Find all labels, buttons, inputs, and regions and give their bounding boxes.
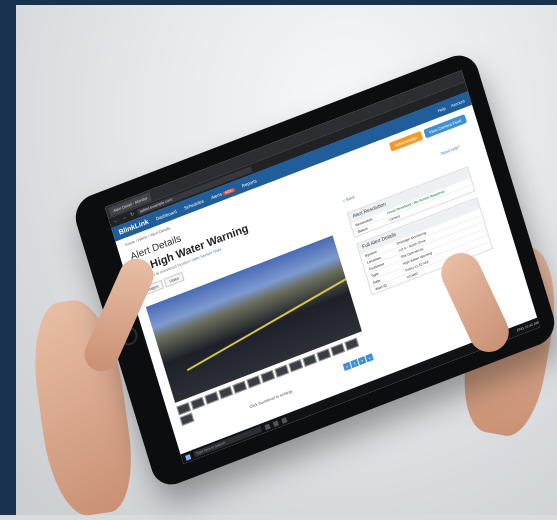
taskbar-app-icon[interactable] (272, 419, 279, 427)
taskbar-search-input[interactable]: Type here to search (193, 425, 263, 458)
thumbnail[interactable] (274, 364, 290, 378)
system-tray: ENG 11:42 AM (516, 320, 540, 333)
left-navy-strip (0, 0, 16, 515)
top-navy-strip (0, 0, 557, 5)
row-value: #10482 (406, 271, 419, 280)
thumbnail[interactable] (344, 337, 360, 351)
pager-last-button[interactable]: » (365, 353, 374, 363)
thumbnail[interactable] (246, 375, 262, 389)
thumbnail[interactable] (190, 396, 206, 411)
reload-icon[interactable]: ↻ (130, 211, 136, 218)
thumbnail[interactable] (316, 348, 332, 362)
back-link[interactable]: < Back (342, 194, 355, 203)
taskbar-app-icon[interactable] (281, 416, 288, 424)
windows-start-icon[interactable] (184, 453, 192, 461)
thumbnail[interactable] (288, 359, 304, 373)
back-arrow-icon[interactable]: ← (113, 217, 119, 225)
taskbar-app-icon[interactable] (264, 423, 271, 430)
thumbnail[interactable] (204, 391, 220, 405)
thumbnail[interactable] (302, 353, 318, 368)
forward-arrow-icon[interactable]: → (121, 214, 127, 222)
header-account-link[interactable]: Account (450, 98, 465, 108)
menu-alerts-label: Alerts (210, 190, 223, 200)
thumbnail[interactable] (218, 385, 234, 400)
row-value: Closed (388, 214, 401, 222)
tab-video[interactable]: Video (163, 271, 185, 288)
thumbnail[interactable] (179, 412, 195, 426)
menu-reports[interactable]: Reports (241, 178, 257, 188)
header-help-link[interactable]: Help (437, 105, 446, 113)
thumbnail[interactable] (260, 369, 276, 384)
thumbnail[interactable] (232, 380, 248, 394)
alerts-badge: NEW (222, 187, 236, 196)
thumbnail[interactable] (330, 342, 346, 357)
